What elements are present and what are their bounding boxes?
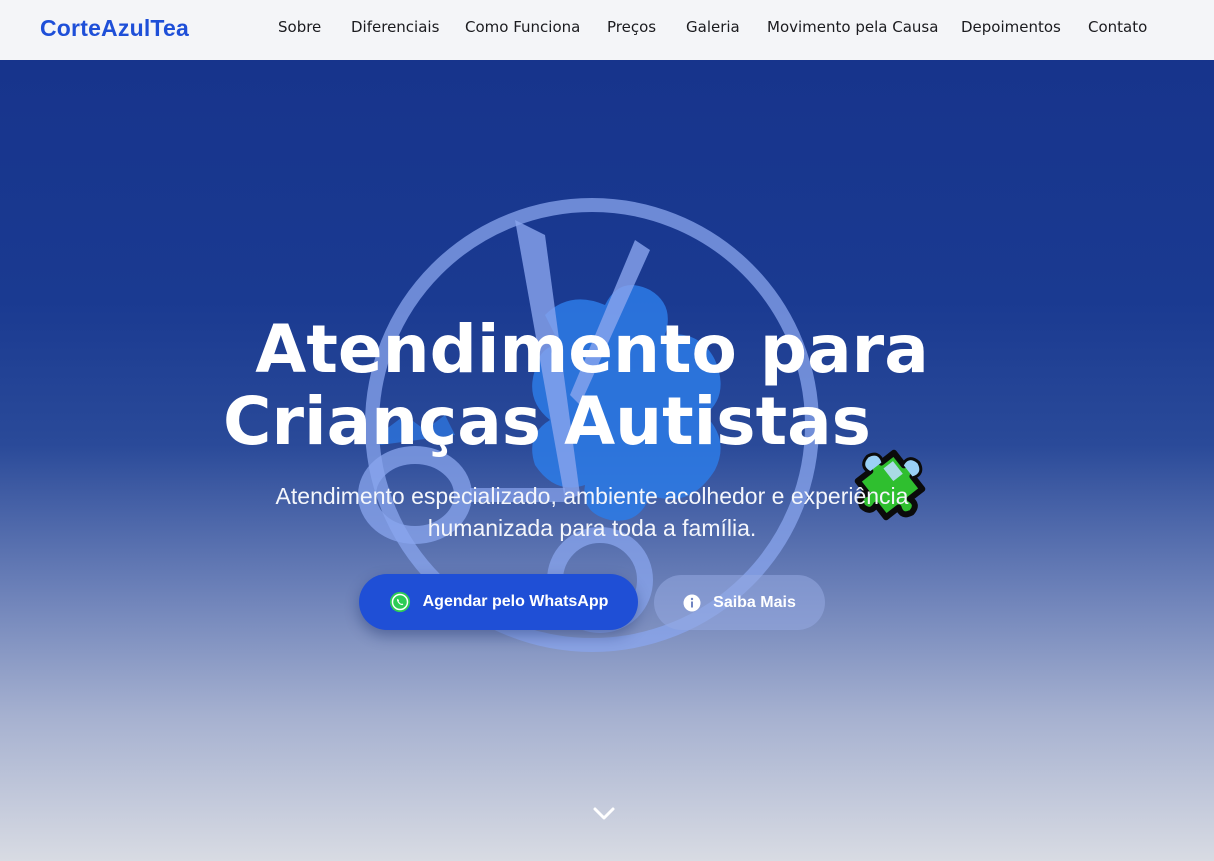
nav-link-contato[interactable]: Contato <box>1088 18 1147 36</box>
nav-link-diferenciais[interactable]: Diferenciais <box>351 18 439 36</box>
learn-more-label: Saiba Mais <box>713 593 796 611</box>
whatsapp-schedule-button[interactable]: Agendar pelo WhatsApp <box>359 574 638 630</box>
whatsapp-icon <box>389 591 410 613</box>
nav-link-galeria[interactable]: Galeria <box>686 18 740 36</box>
hero-subtitle: Atendimento especializado, ambiente acol… <box>275 483 909 541</box>
hero-title-line-2: Crianças Autistas <box>223 383 871 460</box>
nav-link-movimento[interactable]: Movimento pela Causa <box>767 18 938 36</box>
site-header: CorteAzulTea Sobre Diferenciais Como Fun… <box>0 0 1214 60</box>
nav-link-precos[interactable]: Preços <box>607 18 656 36</box>
main-nav: Sobre Diferenciais Como Funciona Preços … <box>0 0 1214 60</box>
hero-title-line-1: Atendimento para <box>255 311 929 388</box>
hero-section: Atendimento para Crianças Autistas Atend… <box>0 60 1214 861</box>
hero-title: Atendimento para Crianças Autistas <box>0 314 1184 458</box>
learn-more-button[interactable]: Saiba Mais <box>654 575 825 630</box>
nav-link-como-funciona[interactable]: Como Funciona <box>465 18 580 36</box>
whatsapp-schedule-label: Agendar pelo WhatsApp <box>422 593 609 610</box>
info-icon <box>683 594 701 611</box>
chevron-down-icon[interactable] <box>592 801 616 825</box>
nav-link-depoimentos[interactable]: Depoimentos <box>961 18 1061 36</box>
nav-link-sobre[interactable]: Sobre <box>278 18 321 36</box>
